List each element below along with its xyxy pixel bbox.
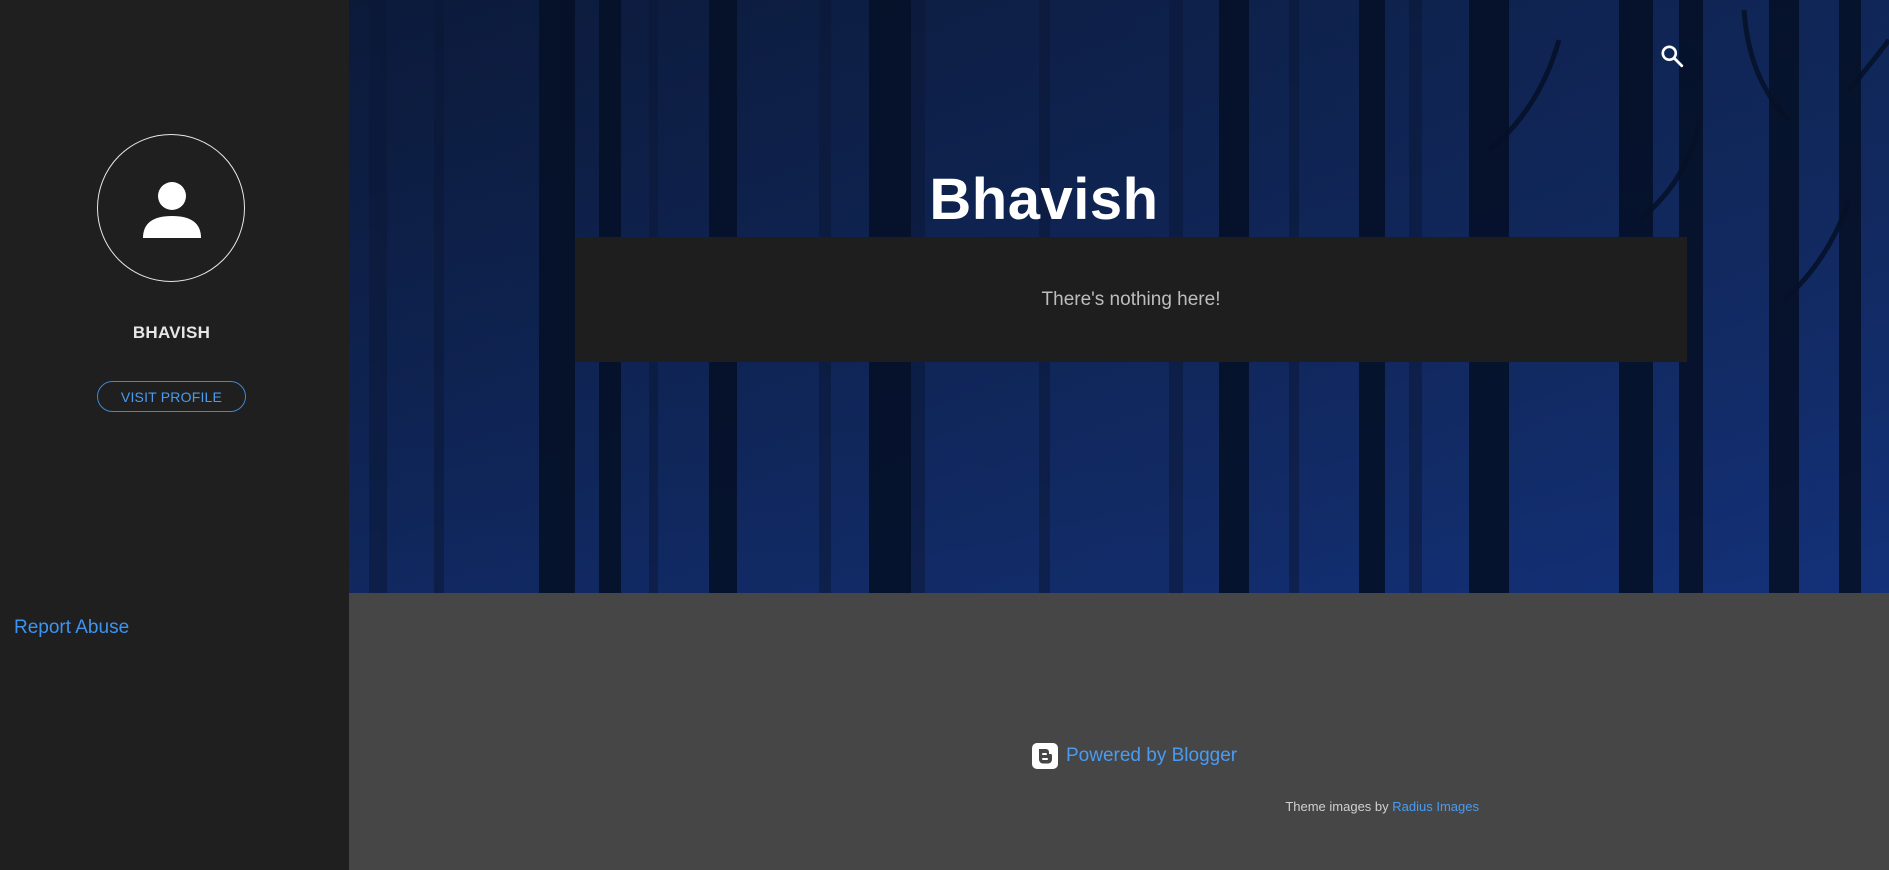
page: BHAVISH VISIT PROFILE Report Abuse Bhavi… xyxy=(0,0,1889,870)
theme-credit: Theme images by Radius Images xyxy=(349,799,1479,814)
sidebar: BHAVISH VISIT PROFILE Report Abuse xyxy=(0,0,349,870)
visit-profile-button[interactable]: VISIT PROFILE xyxy=(97,381,246,412)
theme-credit-prefix: Theme images by xyxy=(1285,799,1389,814)
radius-images-link[interactable]: Radius Images xyxy=(1392,799,1479,814)
powered-by-label: Powered by Blogger xyxy=(1066,745,1238,766)
report-abuse-link[interactable]: Report Abuse xyxy=(14,617,129,639)
powered-by-blogger-link[interactable]: Powered by Blogger xyxy=(1032,743,1237,769)
hero-banner: Bhavish There's nothing here! xyxy=(349,0,1889,593)
empty-message: There's nothing here! xyxy=(1041,288,1221,310)
person-icon xyxy=(143,182,201,238)
blog-title[interactable]: Bhavish xyxy=(349,166,1739,233)
empty-posts-panel: There's nothing here! xyxy=(575,237,1687,362)
search-icon[interactable] xyxy=(1659,43,1685,69)
footer: Powered by Blogger Theme images by Radiu… xyxy=(349,593,1889,870)
blogger-logo-icon xyxy=(1032,743,1058,769)
profile-name: BHAVISH xyxy=(132,323,211,342)
avatar[interactable] xyxy=(97,134,245,282)
